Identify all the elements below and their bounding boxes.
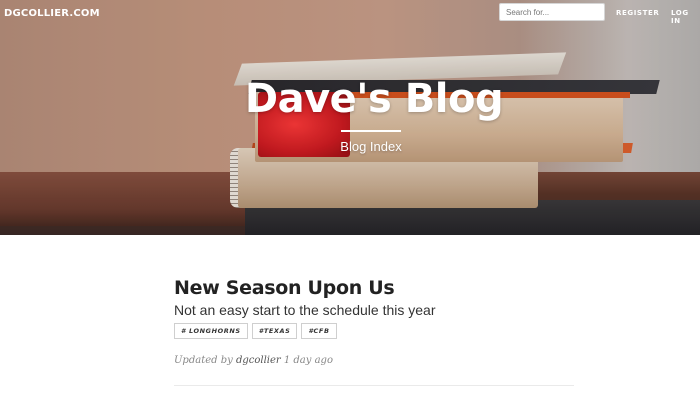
post-preview: New Season Upon Us Not an easy start to … (174, 275, 574, 366)
meta-prefix: Updated by (174, 355, 233, 366)
hero-subtitle: Blog Index (340, 139, 402, 154)
register-link[interactable]: REGISTER (616, 9, 659, 17)
login-link[interactable]: LOG IN (671, 9, 700, 25)
tag-cfb[interactable]: #CFB (301, 323, 337, 339)
brand-logo-link[interactable]: DGCOLLIER.COM (4, 8, 100, 19)
hero-divider (341, 130, 401, 132)
search-input[interactable] (499, 3, 605, 21)
post-meta: Updated by dgcollier 1 day ago (174, 355, 574, 366)
tag-list: # LONGHORNS #TEXAS #CFB (174, 323, 574, 341)
post-title-link[interactable]: New Season Upon Us (174, 275, 574, 301)
tag-texas[interactable]: #TEXAS (251, 323, 298, 339)
tag-longhorns[interactable]: # LONGHORNS (174, 323, 248, 339)
post-subtitle: Not an easy start to the schedule this y… (174, 302, 436, 318)
page: DGCOLLIER.COM REGISTER LOG IN Dave's Blo… (0, 0, 700, 400)
updated-time: 1 day ago (283, 355, 333, 366)
hero-title: Dave's Blog (244, 76, 504, 122)
post-divider (174, 385, 574, 386)
author-link[interactable]: dgcollier (236, 355, 281, 366)
